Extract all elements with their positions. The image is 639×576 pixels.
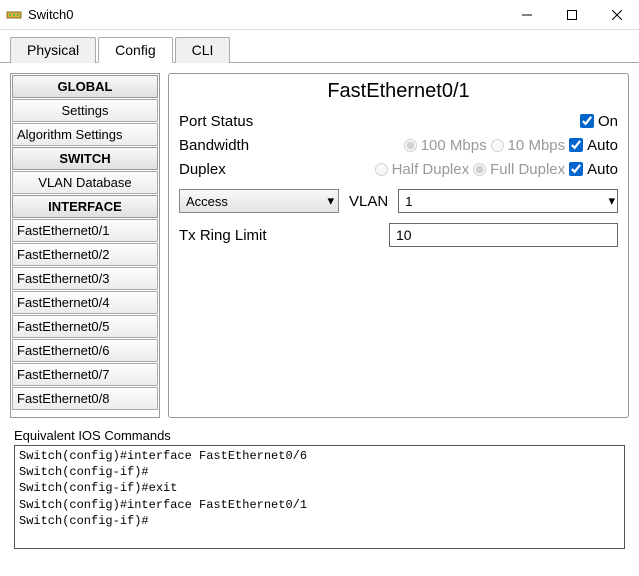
vlan-label: VLAN <box>349 193 388 210</box>
sidebar-item-interface[interactable]: FastEthernet0/2 <box>12 243 158 266</box>
bandwidth-10-label: 10 Mbps <box>508 137 566 154</box>
tab-cli[interactable]: CLI <box>175 37 231 63</box>
duplex-auto-label: Auto <box>587 161 618 178</box>
vlan-select[interactable]: 1 ▾ <box>398 189 618 213</box>
config-sidebar[interactable]: GLOBAL Settings Algorithm Settings SWITC… <box>10 73 160 418</box>
vlan-value: 1 <box>405 194 412 209</box>
duplex-full-radio <box>473 163 486 176</box>
sidebar-item-interface[interactable]: FastEthernet0/4 <box>12 291 158 314</box>
chevron-down-icon: ▾ <box>608 193 615 209</box>
bandwidth-auto-label: Auto <box>587 137 618 154</box>
sidebar-item-interface[interactable]: FastEthernet0/3 <box>12 267 158 290</box>
bandwidth-label: Bandwidth <box>179 137 289 154</box>
close-button[interactable] <box>594 0 639 29</box>
ios-commands-output[interactable]: Switch(config)#interface FastEthernet0/6… <box>14 445 625 549</box>
port-mode-select[interactable]: Access ▾ <box>179 189 339 213</box>
tab-config[interactable]: Config <box>98 37 172 63</box>
sidebar-item-interface[interactable]: FastEthernet0/1 <box>12 219 158 242</box>
ios-commands-heading: Equivalent IOS Commands <box>14 428 625 443</box>
port-status-label: Port Status <box>179 113 289 130</box>
sidebar-item-interface[interactable]: FastEthernet0/5 <box>12 315 158 338</box>
panel-title: FastEthernet0/1 <box>179 78 618 109</box>
bandwidth-auto-checkbox[interactable] <box>569 138 583 152</box>
sidebar-item-algorithm-settings[interactable]: Algorithm Settings <box>12 123 158 146</box>
bandwidth-10-radio <box>491 139 504 152</box>
sidebar-header-switch: SWITCH <box>12 147 158 170</box>
tx-ring-limit-input[interactable] <box>389 223 618 247</box>
sidebar-item-interface[interactable]: FastEthernet0/7 <box>12 363 158 386</box>
minimize-button[interactable] <box>504 0 549 29</box>
bandwidth-100-radio <box>404 139 417 152</box>
sidebar-item-settings[interactable]: Settings <box>12 99 158 122</box>
duplex-label: Duplex <box>179 161 289 178</box>
sidebar-item-vlan-database[interactable]: VLAN Database <box>12 171 158 194</box>
port-status-on-label: On <box>598 113 618 130</box>
duplex-half-label: Half Duplex <box>392 161 470 178</box>
app-icon <box>6 7 22 23</box>
sidebar-item-interface[interactable]: FastEthernet0/8 <box>12 387 158 410</box>
duplex-full-label: Full Duplex <box>490 161 565 178</box>
titlebar: Switch0 <box>0 0 639 30</box>
duplex-half-radio <box>375 163 388 176</box>
maximize-button[interactable] <box>549 0 594 29</box>
port-mode-value: Access <box>186 194 228 209</box>
sidebar-header-global: GLOBAL <box>12 75 158 98</box>
duplex-auto-checkbox[interactable] <box>569 162 583 176</box>
sidebar-header-interface: INTERFACE <box>12 195 158 218</box>
sidebar-item-interface[interactable]: FastEthernet0/6 <box>12 339 158 362</box>
bandwidth-100-label: 100 Mbps <box>421 137 487 154</box>
tx-ring-limit-label: Tx Ring Limit <box>179 227 379 244</box>
tab-bar: Physical Config CLI <box>0 30 639 63</box>
config-panel: FastEthernet0/1 Port Status On Bandwidth… <box>168 73 629 418</box>
port-status-checkbox[interactable] <box>580 114 594 128</box>
window-controls <box>504 0 639 29</box>
window-title: Switch0 <box>28 7 504 22</box>
tab-physical[interactable]: Physical <box>10 37 96 63</box>
chevron-down-icon: ▾ <box>327 193 334 209</box>
